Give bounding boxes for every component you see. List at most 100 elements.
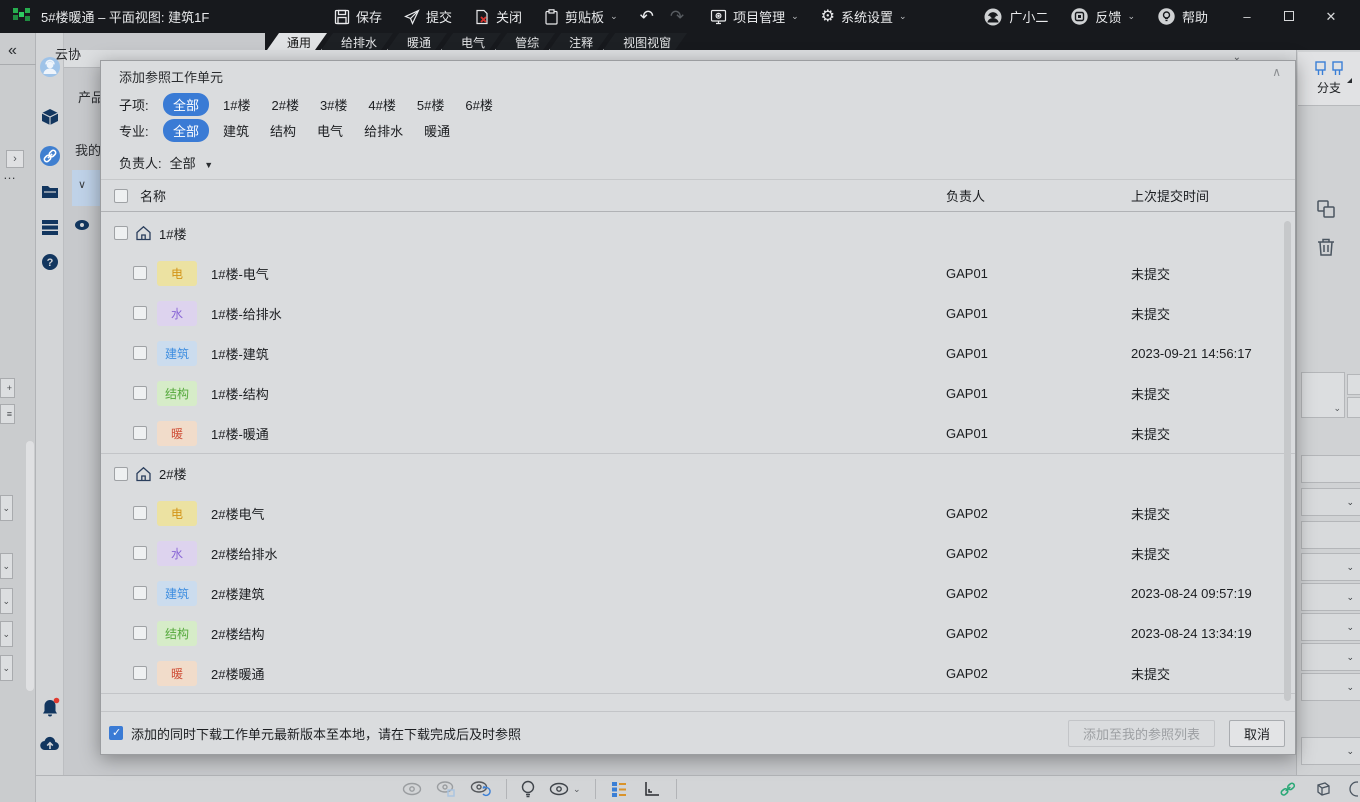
work-unit-row[interactable]: 电2#楼电气GAP02未提交 [101, 493, 1295, 533]
reset-visibility-eye-icon[interactable] [470, 781, 492, 797]
submit-button[interactable]: 提交 [404, 7, 452, 26]
bg-property-field[interactable]: ⌄ [1301, 583, 1360, 611]
download-latest-checkbox[interactable] [109, 726, 123, 740]
filter-subitem-4#楼[interactable]: 4#楼 [368, 95, 395, 114]
work-unit-row[interactable]: 电1#楼-电气GAP01未提交 [101, 253, 1295, 293]
row-checkbox[interactable] [133, 426, 147, 440]
dialog-collapse-chevron[interactable]: ∧ [1272, 65, 1281, 79]
section-angle-icon[interactable] [642, 780, 662, 798]
folder-icon[interactable] [41, 183, 59, 201]
clipboard-button[interactable]: 剪贴板 ⌄ [544, 7, 618, 26]
model-cube-icon[interactable] [41, 108, 59, 126]
work-unit-row[interactable]: 暖1#楼-暖通GAP01未提交 [101, 413, 1295, 453]
link-status-icon[interactable] [1278, 781, 1298, 797]
row-checkbox[interactable] [133, 506, 147, 520]
cube-status-icon[interactable] [1312, 779, 1332, 799]
bg-tree-chevron[interactable]: ∨ [78, 178, 86, 191]
filter-discipline-给排水[interactable]: 给排水 [364, 121, 403, 140]
add-to-reference-list-button[interactable]: 添加至我的参照列表 [1068, 720, 1215, 747]
select-all-checkbox[interactable] [114, 189, 128, 203]
branch-tool[interactable]: 分支 [1298, 52, 1360, 106]
row-checkbox[interactable] [133, 266, 147, 280]
ribbon-tab-视图视窗[interactable]: 视图视窗 [603, 33, 687, 50]
bg-property-field[interactable] [1301, 455, 1360, 483]
work-unit-row[interactable]: 结构2#楼结构GAP022023-08-24 13:34:19 [101, 613, 1295, 653]
maximize-button[interactable] [1272, 9, 1306, 24]
work-unit-row[interactable]: 结构1#楼-结构GAP01未提交 [101, 373, 1295, 413]
row-checkbox[interactable] [133, 346, 147, 360]
help-circle-icon[interactable]: ? [41, 253, 59, 271]
status-circle-icon[interactable] [1346, 779, 1358, 799]
filter-discipline-all[interactable]: 全部 [163, 119, 209, 142]
visibility-menu-button[interactable]: ⌄ [549, 782, 581, 796]
dialog-scrollbar[interactable] [1284, 221, 1291, 701]
row-checkbox[interactable] [133, 626, 147, 640]
ribbon-tab-管综[interactable]: 管综 [495, 33, 555, 50]
bg-property-field[interactable] [1301, 521, 1360, 549]
bg-property-field[interactable]: ⌄ [1301, 488, 1360, 516]
bg-side-button[interactable] [1347, 374, 1360, 395]
copy-icon[interactable] [1315, 198, 1337, 220]
bg-plus-button[interactable]: + [0, 378, 15, 398]
row-checkbox[interactable] [133, 306, 147, 320]
bg-side-button[interactable] [1347, 397, 1360, 418]
bg-scrollbar[interactable] [26, 441, 34, 691]
minimize-button[interactable]: – [1230, 9, 1264, 24]
work-unit-row[interactable]: 暖2#楼暖通GAP02未提交 [101, 653, 1295, 693]
bg-property-field[interactable]: ⌄ [1301, 613, 1360, 641]
visibility-eye-icon[interactable] [74, 219, 90, 231]
filter-subitem-6#楼[interactable]: 6#楼 [465, 95, 492, 114]
close-file-button[interactable]: 关闭 [474, 7, 522, 26]
isolate-elements-eye-icon[interactable] [436, 781, 456, 797]
hide-elements-eye-icon[interactable] [402, 782, 422, 796]
cloud-upload-icon[interactable] [39, 733, 61, 755]
project-management-menu[interactable]: 项目管理 ⌄ [710, 7, 799, 26]
filter-subitem-all[interactable]: 全部 [163, 93, 209, 116]
redo-button[interactable]: ↷ [670, 7, 684, 27]
row-checkbox[interactable] [133, 666, 147, 680]
filter-subitem-2#楼[interactable]: 2#楼 [271, 95, 298, 114]
work-unit-row[interactable]: 建筑2#楼建筑GAP022023-08-24 09:57:19 [101, 573, 1295, 613]
lightbulb-icon[interactable] [521, 780, 535, 799]
group-checkbox[interactable] [114, 226, 128, 240]
ribbon-tab-注释[interactable]: 注释 [549, 33, 609, 50]
notifications-bell-icon[interactable] [39, 697, 61, 719]
filter-discipline-建筑[interactable]: 建筑 [223, 121, 249, 140]
bg-dropdown-field[interactable]: ⌄ [1301, 372, 1345, 418]
reference-link-icon[interactable] [39, 145, 61, 167]
cancel-button[interactable]: 取消 [1229, 720, 1285, 747]
bg-property-field[interactable]: ⌄ [1301, 673, 1360, 701]
system-settings-menu[interactable]: ⚙ 系统设置 ⌄ [821, 7, 907, 26]
help-button[interactable]: 帮助 [1157, 7, 1208, 26]
expand-arrow-button[interactable]: › [6, 150, 24, 168]
filter-subitem-3#楼[interactable]: 3#楼 [320, 95, 347, 114]
group-checkbox[interactable] [114, 467, 128, 481]
layers-list-icon[interactable] [41, 218, 59, 236]
filter-discipline-电气[interactable]: 电气 [317, 121, 343, 140]
filter-subitem-5#楼[interactable]: 5#楼 [417, 95, 444, 114]
close-window-button[interactable]: ✕ [1314, 9, 1348, 25]
panel-collapse-button[interactable]: « [8, 42, 17, 60]
row-checkbox[interactable] [133, 586, 147, 600]
bg-property-field[interactable]: ⌄ [1301, 643, 1360, 671]
feedback-button[interactable]: 反馈 ⌄ [1070, 7, 1135, 26]
filter-discipline-暖通[interactable]: 暖通 [424, 121, 450, 140]
work-unit-row[interactable]: 水1#楼-给排水GAP01未提交 [101, 293, 1295, 333]
work-unit-row[interactable]: 建筑1#楼-建筑GAP012023-09-21 14:56:17 [101, 333, 1295, 373]
ribbon-tab-通用[interactable]: 通用 [267, 33, 327, 50]
undo-button[interactable]: ↶ [640, 7, 654, 27]
owner-dropdown[interactable]: 全部 ▼ [170, 153, 214, 172]
filter-subitem-1#楼[interactable]: 1#楼 [223, 95, 250, 114]
trash-icon[interactable] [1315, 236, 1337, 258]
save-button[interactable]: 保存 [334, 7, 382, 26]
bg-property-field[interactable]: ⌄ [1301, 553, 1360, 581]
filter-discipline-结构[interactable]: 结构 [270, 121, 296, 140]
user-account-button[interactable]: 广小二 [983, 7, 1048, 27]
row-checkbox[interactable] [133, 546, 147, 560]
view-list-icon[interactable] [610, 780, 628, 798]
ribbon-tab-电气[interactable]: 电气 [441, 33, 501, 50]
bg-filter-button[interactable]: ≡ [0, 404, 15, 424]
work-unit-row[interactable]: 水2#楼给排水GAP02未提交 [101, 533, 1295, 573]
row-checkbox[interactable] [133, 386, 147, 400]
bg-property-field[interactable]: ⌄ [1301, 737, 1360, 765]
